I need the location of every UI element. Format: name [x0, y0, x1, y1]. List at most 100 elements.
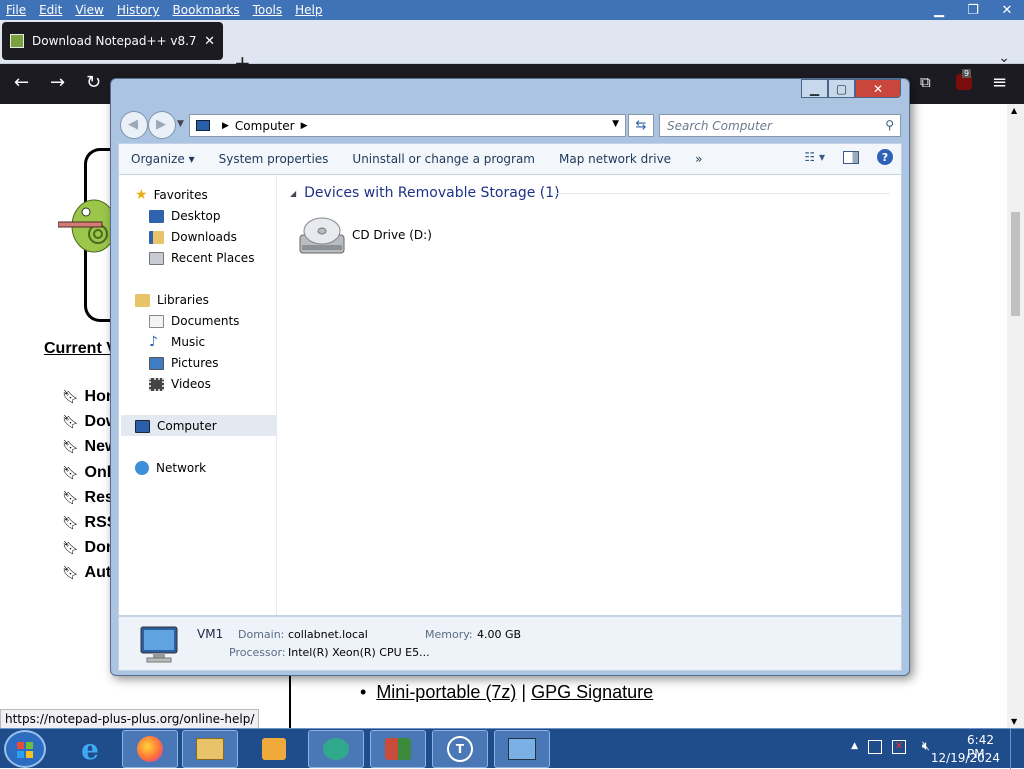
start-button[interactable] [4, 730, 46, 768]
file-explorer-icon [196, 738, 224, 760]
bookmark-icon: 🔖︎ [62, 414, 79, 429]
link-separator: | [521, 682, 527, 702]
nav-videos[interactable]: Videos [149, 374, 211, 394]
browser-close-button[interactable]: ✕ [990, 0, 1024, 20]
recent-pages-dropdown-icon[interactable]: ▼ [177, 119, 184, 129]
menu-view[interactable]: View [75, 3, 103, 17]
menu-file[interactable]: File [6, 3, 26, 17]
search-icon[interactable]: ⚲ [885, 118, 894, 132]
menu-help[interactable]: Help [295, 3, 322, 17]
scroll-up-icon[interactable]: ▲ [1011, 106, 1017, 115]
taskbar-internet-explorer[interactable]: e [62, 730, 118, 768]
taskbar-computer-app[interactable] [494, 730, 550, 768]
extensions-puzzle-icon[interactable]: ⧉ [920, 73, 931, 91]
downloads-folder-icon [149, 230, 164, 244]
scroll-down-icon[interactable]: ▼ [1011, 717, 1017, 726]
map-network-drive-button[interactable]: Map network drive [547, 152, 683, 166]
scrollbar-thumb[interactable] [1011, 212, 1020, 316]
page-scrollbar[interactable]: ▲ ▼ [1007, 104, 1024, 728]
nav-link-online-help[interactable]: 🔖︎ Onli [62, 464, 116, 482]
back-arrow-icon: ◀ [128, 117, 138, 132]
ublock-icon[interactable]: 9 [956, 69, 972, 90]
search-input[interactable]: Search Computer ⚲ [659, 114, 901, 137]
explorer-close-button[interactable]: ✕ [855, 79, 901, 98]
content-pane[interactable]: ◢ Devices with Removable Storage (1) CD … [278, 175, 902, 615]
nav-libraries[interactable]: Libraries [135, 290, 209, 310]
pictures-icon [149, 356, 164, 370]
nav-documents[interactable]: Documents [149, 311, 239, 331]
hamburger-menu-icon[interactable]: ≡ [992, 72, 1007, 93]
windows-taskbar: e T ▲ ✕ 🔇︎ 6:42 PM 12/19/2024 [0, 728, 1024, 769]
timer-app-icon: T [447, 736, 473, 762]
taskbar-chameleon-app[interactable] [308, 730, 364, 768]
organize-button[interactable]: Organize ▾ [119, 152, 207, 166]
reload-icon[interactable]: ↻ [86, 72, 101, 93]
uninstall-program-button[interactable]: Uninstall or change a program [340, 152, 547, 166]
tab-notepadpp[interactable]: Download Notepad++ v8.7.4 (p ✕ [2, 22, 223, 60]
star-icon: ★ [135, 187, 148, 203]
nav-desktop[interactable]: Desktop [149, 206, 221, 226]
taskbar-network-app[interactable] [370, 730, 426, 768]
nav-recent-places[interactable]: Recent Places [149, 248, 254, 268]
menu-edit[interactable]: Edit [39, 3, 62, 17]
action-center-flag-icon[interactable]: ✕ [892, 740, 906, 754]
show-hidden-icons-chevron-icon[interactable]: ▲ [851, 741, 858, 751]
nav-music[interactable]: ♪ Music [149, 332, 205, 352]
nav-computer[interactable]: Computer [135, 416, 217, 436]
computer-name: VM1 [197, 627, 224, 641]
explorer-back-button[interactable]: ◀ [120, 111, 148, 139]
breadcrumb-chevron-icon[interactable]: ▶ [222, 121, 229, 131]
preview-pane-icon[interactable] [843, 150, 859, 164]
taskbar-media-player[interactable] [246, 730, 302, 768]
nav-network[interactable]: Network [135, 458, 206, 478]
firefox-menubar: File Edit View History Bookmarks Tools H… [0, 0, 1024, 20]
firefox-tabbar: Download Notepad++ v8.7.4 (p ✕ + ⌄ [0, 20, 1024, 75]
address-bar[interactable]: ▶ Computer ▶ ▼ [189, 114, 626, 137]
network-tray-icon[interactable] [868, 740, 882, 754]
help-icon[interactable]: ? [877, 149, 893, 165]
current-version-heading[interactable]: Current V [44, 340, 117, 358]
explorer-window[interactable]: ▁ ▢ ✕ ◀ ▶ ▼ ▶ Computer ▶ ▼ ⇆ Search Comp… [110, 78, 910, 676]
nav-link-resources[interactable]: 🔖︎ Res [62, 489, 114, 507]
system-properties-button[interactable]: System properties [207, 152, 341, 166]
browser-restore-button[interactable]: ❐ [956, 0, 990, 20]
link-status-url: https://notepad-plus-plus.org/online-hel… [0, 709, 260, 729]
documents-icon [149, 314, 164, 328]
taskbar-firefox[interactable] [122, 730, 178, 768]
taskbar-file-explorer[interactable] [182, 730, 238, 768]
nav-link-donate[interactable]: 🔖︎ Don [62, 539, 116, 557]
change-view-button[interactable]: ☷ ▾ [804, 150, 825, 164]
group-header-removable-storage[interactable]: ◢ Devices with Removable Storage (1) [290, 185, 560, 201]
show-desktop-button[interactable] [1010, 729, 1024, 769]
nav-pictures[interactable]: Pictures [149, 353, 219, 373]
nav-favorites[interactable]: ★ Favorites [135, 185, 208, 205]
mini-portable-link[interactable]: Mini-portable (7z) [376, 682, 516, 702]
navigation-pane[interactable]: ★ Favorites Desktop Downloads Recent Plac… [119, 175, 277, 615]
more-commands-button[interactable]: » [683, 152, 714, 166]
explorer-maximize-button[interactable]: ▢ [828, 79, 855, 98]
cd-drive-item[interactable]: CD Drive (D:) [298, 213, 432, 257]
menu-tools[interactable]: Tools [253, 3, 283, 17]
collapse-triangle-icon[interactable]: ◢ [290, 189, 296, 198]
bookmark-icon: 🔖︎ [62, 515, 79, 530]
explorer-minimize-button[interactable]: ▁ [801, 79, 828, 98]
breadcrumb-chevron-icon[interactable]: ▶ [301, 121, 308, 131]
taskbar-timer-app[interactable]: T [432, 730, 488, 768]
tab-close-icon[interactable]: ✕ [204, 34, 215, 49]
bookmark-icon: 🔖︎ [62, 465, 79, 480]
clock-date[interactable]: 12/19/2024 [931, 751, 1000, 765]
bookmark-icon: 🔖︎ [62, 389, 79, 404]
volume-muted-icon[interactable]: 🔇︎ [922, 739, 930, 754]
menu-history[interactable]: History [117, 3, 160, 17]
nav-downloads[interactable]: Downloads [149, 227, 237, 247]
refresh-button[interactable]: ⇆ [628, 114, 654, 137]
breadcrumb-computer[interactable]: Computer [235, 119, 295, 133]
explorer-forward-button[interactable]: ▶ [148, 111, 176, 139]
address-dropdown-icon[interactable]: ▼ [612, 119, 619, 129]
gpg-signature-link[interactable]: GPG Signature [531, 682, 653, 702]
browser-minimize-button[interactable]: ▁ [922, 0, 956, 20]
forward-arrow-icon[interactable]: → [50, 72, 65, 93]
back-arrow-icon[interactable]: ← [14, 72, 29, 93]
menu-bookmarks[interactable]: Bookmarks [173, 3, 240, 17]
computer-app-icon [508, 738, 536, 760]
